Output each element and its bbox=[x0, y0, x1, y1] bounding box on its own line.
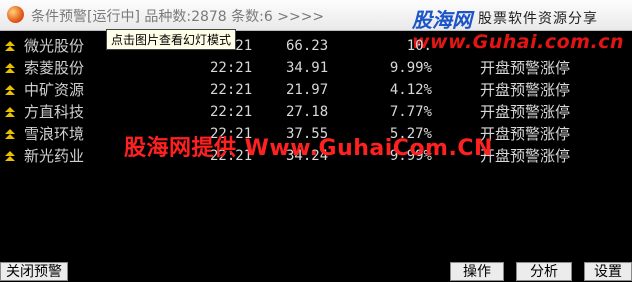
alert-status: 开盘预警涨停 bbox=[480, 125, 571, 143]
alert-time: 22:21 bbox=[210, 104, 253, 120]
list-item[interactable]: 索菱股份 22:21 34.91 9.99% 开盘预警涨停 bbox=[0, 57, 632, 79]
list-item[interactable]: 中矿资源 22:21 21.97 4.12% 开盘预警涨停 bbox=[0, 79, 632, 101]
alert-status: 开盘预警涨停 bbox=[480, 103, 571, 121]
chevron-up-icon bbox=[5, 151, 15, 161]
operate-button[interactable]: 操作 bbox=[450, 262, 504, 281]
title-bar: 条件预警[运行中] 品种数:2878 条数:6 >>>> 股海网 股票软件资源分… bbox=[0, 0, 632, 32]
settings-button[interactable]: 设置 bbox=[584, 262, 632, 281]
stock-price: 34.91 bbox=[286, 60, 329, 76]
tooltip: 点击图片查看幻灯模式 bbox=[106, 29, 237, 50]
stock-name: 微光股份 bbox=[24, 37, 85, 55]
app-icon bbox=[7, 6, 24, 23]
chevron-up-icon bbox=[5, 129, 15, 139]
stock-name: 索菱股份 bbox=[24, 59, 85, 77]
stock-name: 中矿资源 bbox=[24, 81, 85, 99]
stock-name: 新光药业 bbox=[24, 147, 85, 165]
alert-time: 22:21 bbox=[210, 60, 253, 76]
change-percent: 4.12% bbox=[389, 82, 432, 98]
close-alert-button[interactable]: 关闭预警 bbox=[0, 262, 68, 281]
chevron-up-icon bbox=[5, 63, 15, 73]
analyze-button[interactable]: 分析 bbox=[516, 262, 572, 281]
stock-name: 方直科技 bbox=[24, 103, 85, 121]
change-percent: 7.77% bbox=[389, 104, 432, 120]
stock-price: 66.23 bbox=[286, 38, 329, 54]
list-item[interactable]: 方直科技 22:21 27.18 7.77% 开盘预警涨停 bbox=[0, 101, 632, 123]
chevron-up-icon bbox=[5, 41, 15, 51]
alert-time: 22:21 bbox=[210, 82, 253, 98]
watermark: 股海网提供 Www.GuhaiCom.CN bbox=[124, 136, 493, 161]
window-title: 条件预警[运行中] 品种数:2878 条数:6 >>>> bbox=[31, 9, 325, 25]
alert-status: 开盘预警涨停 bbox=[480, 147, 571, 165]
list-item[interactable]: 微光股份 22:21 66.23 10. bbox=[0, 35, 632, 57]
chevron-up-icon bbox=[5, 107, 15, 117]
change-percent: 9.99% bbox=[389, 60, 432, 76]
logo-slogan: 股票软件资源分享 bbox=[478, 11, 598, 27]
stock-price: 27.18 bbox=[286, 104, 329, 120]
alert-status: 开盘预警涨停 bbox=[480, 59, 571, 77]
logo-name: 股海网 bbox=[412, 8, 472, 32]
change-percent: 10. bbox=[406, 38, 432, 54]
stock-price: 21.97 bbox=[286, 82, 329, 98]
chevron-up-icon bbox=[5, 85, 15, 95]
stock-name: 雪浪环境 bbox=[24, 125, 85, 143]
alert-status: 开盘预警涨停 bbox=[480, 81, 571, 99]
